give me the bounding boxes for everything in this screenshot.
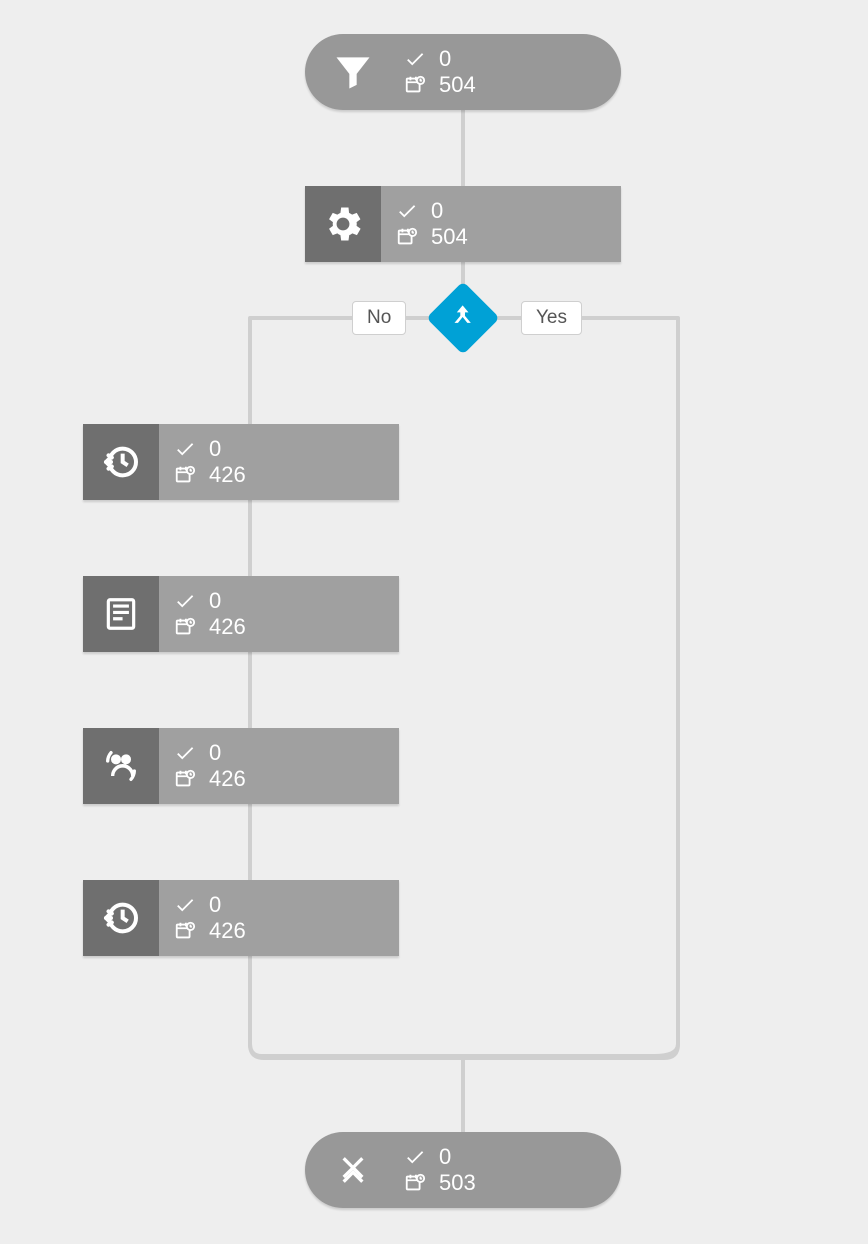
no-step-1[interactable]: 0 426: [83, 424, 399, 500]
workflow-canvas: 0 504 0: [0, 0, 868, 1244]
gear-step-node[interactable]: 0 504: [305, 186, 621, 262]
gear-checked-value: 0: [431, 200, 443, 222]
check-icon: [173, 438, 197, 460]
close-icon: [305, 1150, 401, 1190]
gear-icon: [305, 186, 381, 262]
start-history-value: 504: [439, 74, 476, 96]
branch-label-no[interactable]: No: [352, 301, 406, 335]
form-icon: [83, 576, 159, 652]
start-checked-value: 0: [439, 48, 451, 70]
check-icon: [173, 742, 197, 764]
end-history-value: 503: [439, 1172, 476, 1194]
no4-history: 426: [209, 920, 246, 942]
end-checked-value: 0: [439, 1146, 451, 1168]
start-node[interactable]: 0 504: [305, 34, 621, 110]
split-icon: [449, 302, 477, 335]
check-icon: [395, 200, 419, 222]
check-icon: [403, 1146, 427, 1168]
no3-checked: 0: [209, 742, 221, 764]
calendar-history-icon: [403, 1172, 427, 1194]
no3-history: 426: [209, 768, 246, 790]
gear-history-value: 504: [431, 226, 468, 248]
check-icon: [173, 894, 197, 916]
people-icon: [83, 728, 159, 804]
no2-history: 426: [209, 616, 246, 638]
end-node[interactable]: 0 503: [305, 1132, 621, 1208]
calendar-history-icon: [173, 616, 197, 638]
funnel-icon: [305, 50, 401, 94]
no1-history: 426: [209, 464, 246, 486]
calendar-history-icon: [173, 768, 197, 790]
calendar-history-icon: [173, 920, 197, 942]
calendar-history-icon: [173, 464, 197, 486]
start-stats: 0 504: [401, 48, 476, 96]
history-icon: [83, 880, 159, 956]
check-icon: [173, 590, 197, 612]
no-step-3[interactable]: 0 426: [83, 728, 399, 804]
calendar-history-icon: [395, 226, 419, 248]
no-step-4[interactable]: 0 426: [83, 880, 399, 956]
gear-stats: 0 504: [393, 200, 468, 248]
check-icon: [403, 48, 427, 70]
calendar-history-icon: [403, 74, 427, 96]
history-icon: [83, 424, 159, 500]
no2-checked: 0: [209, 590, 221, 612]
no1-checked: 0: [209, 438, 221, 460]
no4-checked: 0: [209, 894, 221, 916]
no-step-2[interactable]: 0 426: [83, 576, 399, 652]
branch-label-yes[interactable]: Yes: [521, 301, 582, 335]
end-stats: 0 503: [401, 1146, 476, 1194]
decision-node[interactable]: [437, 292, 489, 344]
